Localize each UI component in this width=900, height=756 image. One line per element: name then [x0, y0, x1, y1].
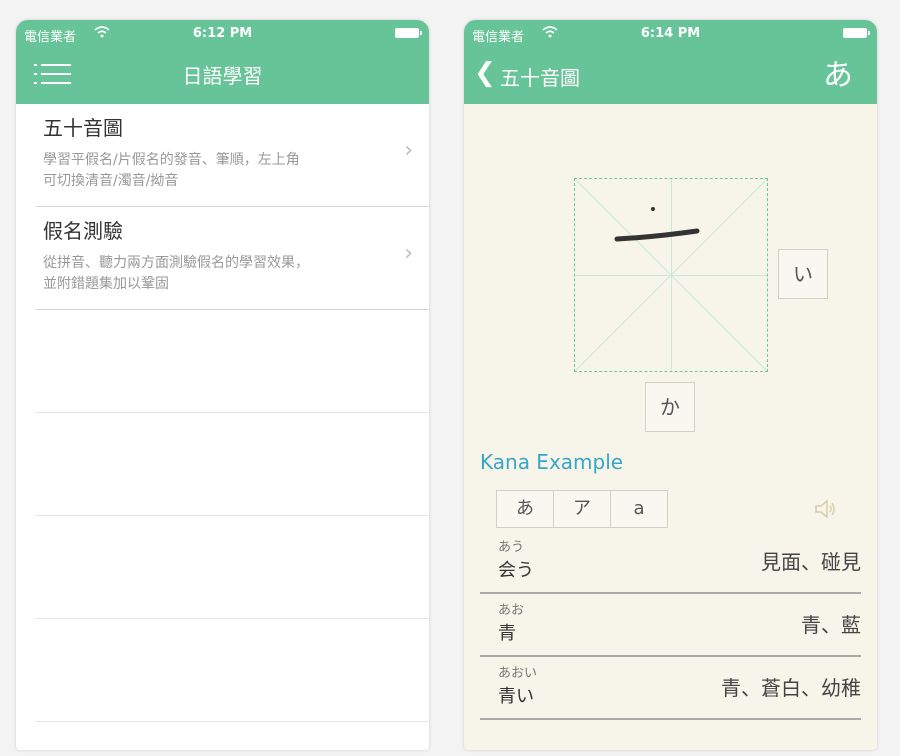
status-time: 6:12 PM: [192, 26, 253, 41]
menu-item-title: 假名測驗: [43, 219, 123, 243]
description-line: 從拼音、聽力兩方面測驗假名的學習效果，: [43, 255, 309, 271]
word-row[interactable]: あおい 青い 青、蒼白、幼稚: [480, 656, 861, 720]
nav-bar: ❮ 五十音圖 あ: [464, 46, 877, 104]
kana-tabs: あ ア a: [496, 490, 668, 528]
back-button[interactable]: ❮ 五十音圖: [474, 56, 614, 92]
page-title: 日語學習: [182, 64, 263, 88]
word-reading: あお: [498, 603, 525, 618]
word-meaning: 青、藍: [801, 613, 861, 637]
menu-item-gojuon[interactable]: 五十音圖 學習平假名/片假名的發音、筆順，左上角 可切換清音/濁音/拗音 ›: [36, 104, 429, 207]
tab-hiragana[interactable]: あ: [496, 490, 554, 528]
chevron-right-icon: ›: [404, 241, 413, 266]
chevron-right-icon: ›: [404, 138, 413, 163]
word-meaning: 青、蒼白、幼稚: [721, 676, 861, 700]
section-title: Kana Example: [480, 450, 624, 474]
main-menu-screen: 電信業者 6:12 PM 日語學習 五十音圖 學習平假名/片假名的發音、筆順，左…: [16, 20, 429, 750]
next-char-button[interactable]: い: [778, 249, 828, 299]
back-label: 五十音圖: [500, 66, 580, 90]
speaker-icon[interactable]: [813, 498, 837, 520]
empty-row-divider: [36, 721, 429, 722]
nav-bar: 日語學習: [16, 46, 429, 104]
word-row[interactable]: あう 会う 見面、碰見: [480, 530, 861, 594]
battery-icon: [843, 28, 870, 38]
description-line: 可切換清音/濁音/拗音: [43, 173, 179, 189]
description-line: 並附錯題集加以鞏固: [43, 276, 169, 292]
word-row[interactable]: あお 青 青、藍: [480, 593, 861, 657]
empty-row-divider: [36, 618, 429, 619]
stroke-order-canvas[interactable]: [574, 178, 768, 372]
word-kanji: 青い: [498, 686, 534, 707]
status-bar: 電信業者 6:14 PM: [464, 20, 877, 46]
tab-katakana[interactable]: ア: [553, 490, 611, 528]
menu-item-description: 學習平假名/片假名的發音、筆順，左上角 可切換清音/濁音/拗音: [43, 150, 363, 192]
gojuon-detail-screen: 電信業者 6:14 PM ❮ 五十音圖 あ い か Kana Example あ…: [464, 20, 877, 750]
tab-romaji[interactable]: a: [610, 490, 668, 528]
below-char-button[interactable]: か: [645, 382, 695, 432]
description-line: 學習平假名/片假名的發音、筆順，左上角: [43, 152, 300, 168]
empty-row-divider: [36, 412, 429, 413]
empty-row-divider: [36, 515, 429, 516]
battery-icon: [395, 28, 422, 38]
status-bar: 電信業者 6:12 PM: [16, 20, 429, 46]
status-time: 6:14 PM: [640, 26, 701, 41]
kana-switch-button[interactable]: あ: [823, 50, 853, 94]
menu-item-description: 從拼音、聽力兩方面測驗假名的學習效果， 並附錯題集加以鞏固: [43, 253, 363, 295]
word-kanji: 青: [498, 623, 516, 644]
word-meaning: 見面、碰見: [761, 550, 861, 574]
chevron-left-icon: ❮: [474, 58, 496, 88]
word-kanji: 会う: [498, 560, 534, 581]
menu-item-kana-quiz[interactable]: 假名測驗 從拼音、聽力兩方面測驗假名的學習效果， 並附錯題集加以鞏固 ›: [36, 207, 429, 310]
word-reading: あう: [498, 540, 525, 555]
stroke-drawing: [575, 179, 767, 371]
menu-item-title: 五十音圖: [43, 116, 123, 140]
word-reading: あおい: [498, 666, 538, 681]
